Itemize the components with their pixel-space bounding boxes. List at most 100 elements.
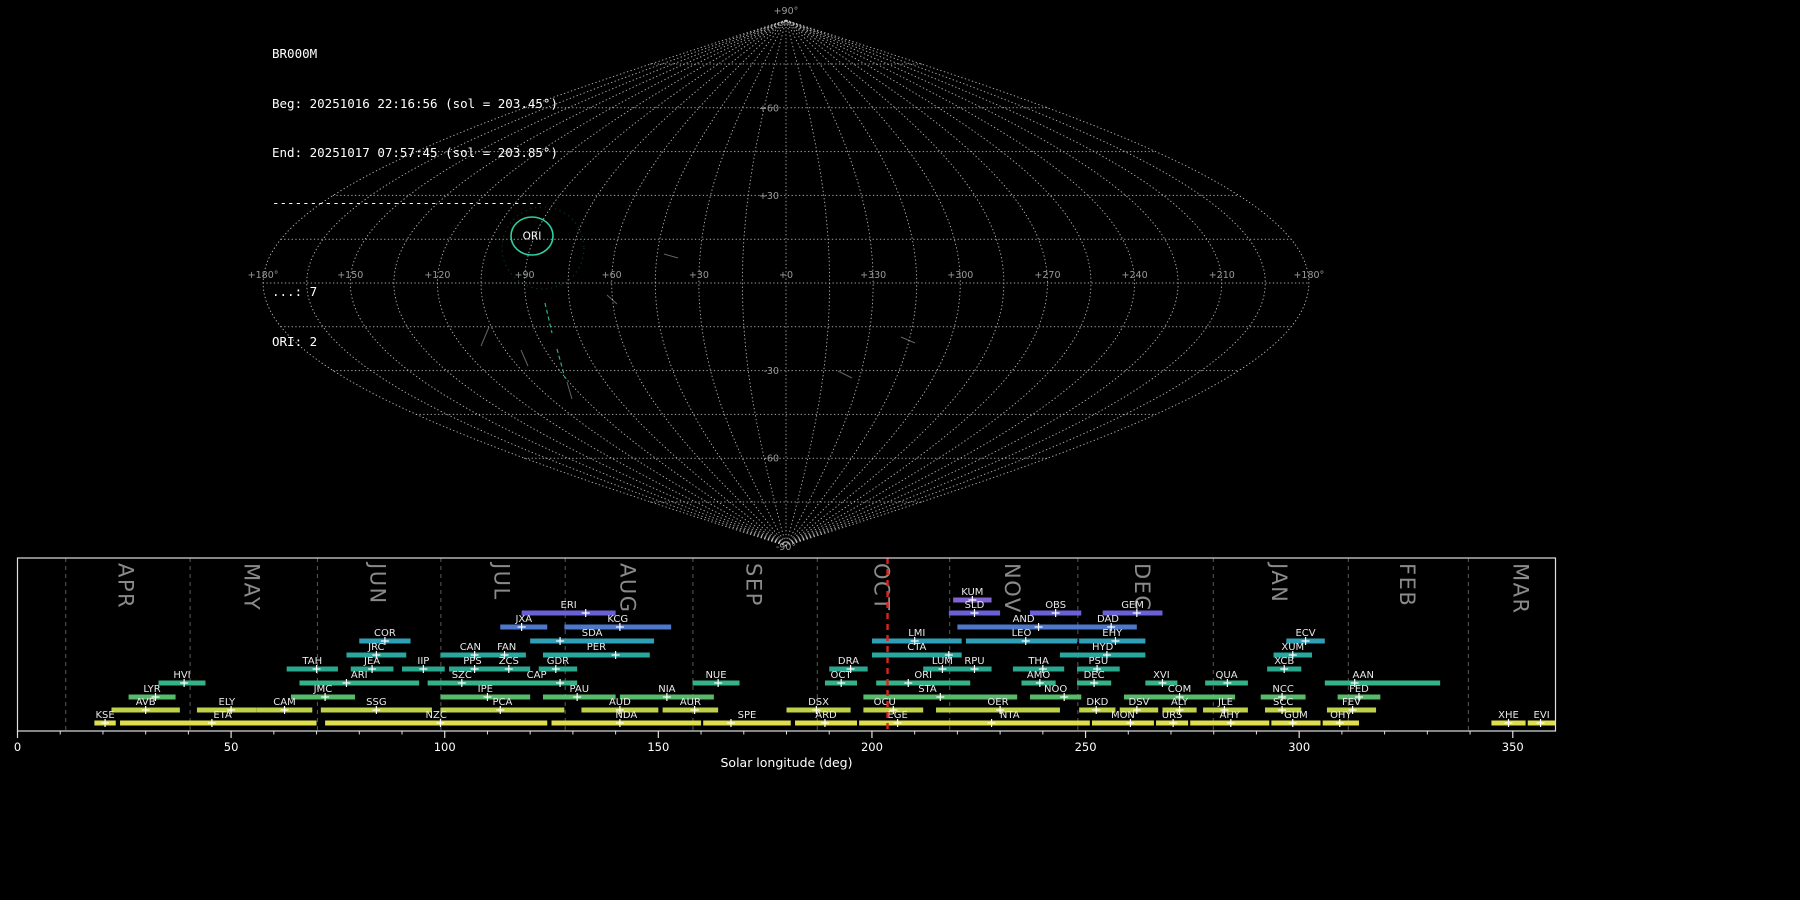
shower-activity-bar [552,721,702,726]
shower-activity-bar [703,721,791,726]
shower-code-label: PSU [1089,656,1109,667]
shower-code-label: SPE [738,710,757,721]
ori-count: ORI: 2 [272,334,558,351]
shower-activity-bar [120,721,317,726]
month-label: OCT [870,563,894,612]
shower-code-label: FAN [497,642,516,653]
shower-code-label: MON [1111,710,1135,721]
info-spacer [272,244,558,251]
month-label: SEP [741,563,765,607]
info-separator: ------------------------------------ [272,195,558,212]
month-label: AUG [615,563,639,614]
shower-code-label: LMI [908,628,925,639]
session-end: End: 20251017 07:57:45 (sol = 203.85°) [272,145,558,162]
shower-code-label: NZC [426,710,447,721]
axis-tick-label: 100 [434,740,456,754]
shower-code-label: EHY [1102,628,1123,639]
shower-code-label: LYR [143,684,160,695]
radiant-map-screen: BR000M Beg: 20251016 22:16:56 (sol = 203… [0,0,1800,900]
month-label: NOV [1000,563,1024,614]
shower-code-label: HVI [173,670,190,681]
shower-code-label: OCU [874,697,896,708]
shower-code-label: GDR [547,656,569,667]
shower-code-label: AAN [1353,670,1374,681]
axis-tick-label: 200 [861,740,883,754]
shower-code-label: ARI [351,670,368,681]
shower-code-label: STA [918,684,937,695]
shower-code-label: JXA [514,614,532,625]
shower-code-label: OHY [1330,710,1352,721]
shower-code-label: JMC [313,684,333,695]
shower-code-label: PPS [463,656,481,667]
shower-code-label: SCC [1273,697,1293,708]
shower-activity-bar [287,667,338,672]
month-label: JUL [489,561,513,601]
shower-code-label: CAN [460,642,481,653]
shower-code-label: LEO [1012,628,1032,639]
shower-activity-bar [522,611,616,616]
shower-code-label: DSX [808,697,829,708]
shower-code-label: CTA [907,642,926,653]
shower-code-label: PCA [492,697,512,708]
shower-code-label: AHY [1220,710,1241,721]
month-label: FEB [1395,563,1419,607]
shower-code-label: PER [587,642,606,653]
axis-tick-label: 250 [1075,740,1097,754]
shower-activity-bar [930,721,1090,726]
month-label: JAN [1267,561,1291,603]
shower-code-label: ORI [914,670,932,681]
shower-code-label: ARD [815,710,837,721]
axis-tick-label: 50 [224,740,239,754]
shower-code-label: NCC [1272,684,1293,695]
shower-code-label: CAP [527,670,547,681]
station-id: BR000M [272,46,558,63]
shower-code-label: DSV [1129,697,1150,708]
shower-code-label: NUE [705,670,726,681]
shower-activity-bar [325,721,547,726]
shower-code-label: PAU [570,684,590,695]
axis-tick-label: 300 [1288,740,1310,754]
shower-code-label: NTA [1000,710,1020,721]
month-label: APR [113,563,137,609]
shower-code-label: DRA [838,656,859,667]
sporadic-count: ...: 7 [272,284,558,301]
shower-code-label: KCG [607,614,628,625]
shower-code-label: QUA [1216,670,1238,681]
axis-tick-label: 150 [647,740,669,754]
shower-code-label: AND [1013,614,1035,625]
axis-tick-label: 0 [14,740,21,754]
shower-code-label: NDA [615,710,637,721]
month-label: MAY [239,563,263,611]
activity-timeline-chart: APRMAYJUNJULAUGSEPOCTNOVDECJANFEBMARKUME… [0,0,1800,900]
shower-activity-bar [496,681,577,686]
session-begin: Beg: 20251016 22:16:56 (sol = 203.45°) [272,96,558,113]
shower-code-label: AUR [680,697,701,708]
shower-code-label: FEV [1342,697,1361,708]
x-axis-title: Solar longitude (deg) [720,755,852,770]
shower-code-label: DAD [1097,614,1119,625]
shower-code-label: URS [1162,710,1183,721]
axis-tick-label: 350 [1502,740,1524,754]
month-label: JUN [366,561,390,605]
shower-activity-bar [663,708,719,713]
shower-code-label: GUM [1284,710,1308,721]
shower-code-label: IPE [478,684,493,695]
shower-code-label: GEM [1121,600,1144,611]
shower-code-label: ERI [561,600,577,611]
shower-activity-bar [966,639,1077,644]
shower-code-label: TAH [301,656,322,667]
shower-code-label: THA [1027,656,1049,667]
shower-code-label: ELY [219,697,237,708]
shower-code-label: DKD [1086,697,1108,708]
shower-code-label: ETA [213,710,232,721]
shower-code-label: OER [987,697,1008,708]
shower-code-label: AMO [1027,670,1050,681]
session-info: BR000M Beg: 20251016 22:16:56 (sol = 203… [272,13,558,383]
shower-activity-bar [1030,695,1081,700]
shower-activity-bar [1325,681,1440,686]
shower-code-label: XVI [1153,670,1170,681]
shower-code-label: HYD [1092,642,1114,653]
shower-activity-bar [1092,721,1154,726]
shower-code-label: EVI [1534,710,1550,721]
month-label: MAR [1508,563,1532,615]
